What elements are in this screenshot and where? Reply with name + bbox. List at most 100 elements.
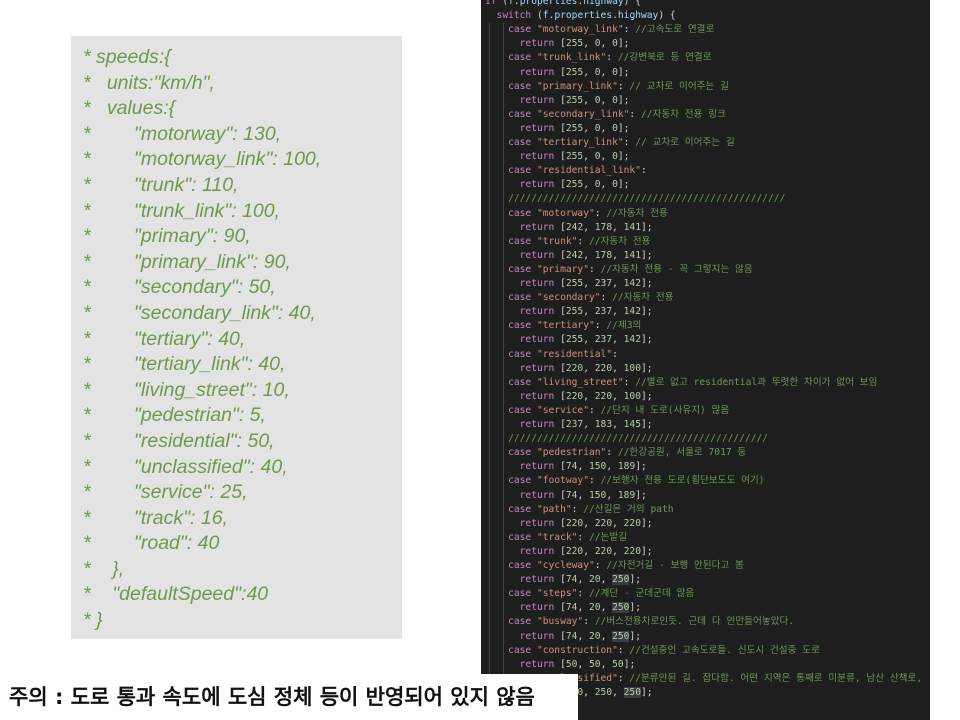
- code-token: 142: [623, 306, 641, 318]
- code-token: (: [496, 0, 509, 7]
- code-line[interactable]: case "path": //산길은 거의 path: [485, 503, 930, 517]
- code-line[interactable]: return [74, 20, 250];: [485, 601, 930, 615]
- code-line[interactable]: return [74, 20, 250];: [485, 573, 930, 587]
- code-token: "construction": [536, 644, 618, 656]
- code-line[interactable]: return [255, 0, 0];: [485, 122, 930, 136]
- code-token: ////////////////////////////////////////…: [485, 193, 786, 205]
- code-token: 142: [623, 334, 641, 346]
- code-line[interactable]: ////////////////////////////////////////…: [485, 192, 930, 206]
- code-token: ,: [612, 362, 624, 374]
- code-token: ,: [577, 630, 589, 642]
- code-line[interactable]: return [220, 220, 100];: [485, 390, 930, 404]
- code-line[interactable]: case "track": //논밭길: [485, 531, 930, 545]
- code-line[interactable]: return [74, 150, 189];: [485, 460, 930, 474]
- code-token: ];: [640, 419, 653, 430]
- code-token: ) {: [658, 10, 676, 22]
- code-line[interactable]: return [242, 178, 141];: [485, 221, 930, 235]
- speed-config-line: * "motorway": 130,: [83, 122, 282, 145]
- code-token: return: [485, 278, 555, 289]
- code-token: ];: [629, 602, 642, 614]
- code-token: [: [554, 179, 566, 191]
- code-token: return: [485, 489, 555, 501]
- code-line[interactable]: switch (f.properties.highway) {: [485, 9, 930, 23]
- code-token: :: [600, 292, 613, 304]
- code-line[interactable]: return [255, 0, 0];: [485, 94, 930, 108]
- code-line[interactable]: return [255, 0, 0];: [485, 150, 930, 164]
- code-line[interactable]: case "trunk_link": //강변북로 등 연결로: [485, 51, 930, 65]
- code-line[interactable]: case "steps": //계단 - 군데군데 많음: [485, 587, 930, 601]
- code-line[interactable]: return [255, 237, 142];: [485, 305, 930, 319]
- code-token: 220: [565, 545, 584, 557]
- code-line[interactable]: case "secondary_link": //자동차 전용 링크: [485, 108, 930, 122]
- code-line[interactable]: case "service": //단지 내 도로(사유지) 많음: [485, 404, 930, 418]
- code-line[interactable]: return [220, 220, 220];: [485, 545, 930, 559]
- code-token: return: [485, 151, 555, 163]
- code-token: 20: [589, 630, 601, 642]
- code-line[interactable]: ////////////////////////////////////////…: [485, 432, 930, 446]
- code-line[interactable]: case "motorway_link": //고속도로 연결로: [485, 23, 930, 37]
- code-token: // 교차로 이어주는 길: [635, 137, 735, 148]
- code-token: ,: [612, 390, 624, 402]
- code-token: ,: [583, 221, 595, 233]
- code-token: "steps": [536, 588, 578, 600]
- code-line[interactable]: return [220, 220, 100];: [485, 362, 930, 376]
- code-line[interactable]: case "primary_link": // 교차로 이어주는 길: [485, 80, 930, 94]
- code-token: "busway": [536, 616, 584, 628]
- code-line[interactable]: case "construction": //건설중인 고속도로들. 신도시 건…: [485, 644, 930, 658]
- code-token: return: [485, 390, 555, 402]
- code-token: 178: [594, 221, 613, 233]
- code-line[interactable]: if (f.properties.highway) {: [485, 0, 930, 9]
- code-line[interactable]: return [74, 150, 189];: [485, 489, 930, 503]
- code-token: :: [594, 320, 607, 332]
- code-token: "tertiary": [536, 320, 595, 332]
- code-line[interactable]: case "tertiary_link": // 교차로 이어주는 길: [485, 136, 930, 150]
- code-line[interactable]: return [242, 178, 141];: [485, 249, 930, 263]
- code-line[interactable]: case "footway": //보행자 전용 도로(횡단보도도 여기): [485, 474, 930, 488]
- code-line[interactable]: case "secondary": //자동차 전용: [485, 291, 930, 305]
- code-line[interactable]: case "primary": //자동차 전용 - 꼭 그렇지는 않음: [485, 263, 930, 277]
- code-token: 220: [594, 362, 613, 374]
- code-token: return: [485, 517, 555, 529]
- code-token: ,: [577, 574, 589, 586]
- code-line[interactable]: return [255, 0, 0];: [485, 37, 930, 51]
- code-token: [: [554, 38, 566, 50]
- code-line[interactable]: return [50, 50, 50];: [485, 658, 930, 672]
- code-token: //자전거길 - 보행 안된다고 봄: [606, 560, 744, 571]
- code-line[interactable]: case "motorway": //자동차 전용: [485, 207, 930, 221]
- code-token: ,: [583, 278, 595, 289]
- code-line[interactable]: case "pedestrian": //한강공원, 서울로 7017 등: [485, 446, 930, 460]
- code-token: 178: [594, 249, 613, 261]
- code-line[interactable]: return [255, 237, 142];: [485, 277, 930, 291]
- code-line[interactable]: case "residential":: [485, 348, 930, 362]
- code-line[interactable]: case "busway": //버스전용차로인듯. 근데 다 안만들어놓았다.: [485, 615, 930, 629]
- code-line[interactable]: case "trunk": //자동차 전용: [485, 235, 930, 249]
- code-token: [: [554, 334, 566, 346]
- code-line[interactable]: case "tertiary": //제3의: [485, 319, 930, 333]
- code-token: "trunk_link": [536, 52, 607, 64]
- code-token: case: [485, 376, 537, 388]
- code-line[interactable]: case "cycleway": //자전거길 - 보행 안된다고 봄: [485, 559, 930, 573]
- code-editor-panel[interactable]: if (f.properties.highway) { switch (f.pr…: [481, 0, 930, 720]
- code-token: [: [554, 658, 566, 670]
- code-token: (: [531, 10, 543, 22]
- code-token: [: [554, 517, 566, 529]
- code-token: "trunk": [536, 235, 578, 247]
- code-line[interactable]: case "living_street": //별로 없고 residentia…: [485, 376, 930, 390]
- code-token: ,: [612, 517, 624, 529]
- code-token: //자동차 전용: [606, 207, 668, 219]
- code-line[interactable]: return [255, 0, 0];: [485, 66, 930, 80]
- code-token: ,: [600, 38, 613, 50]
- code-token: //자동차 전용 링크: [640, 108, 726, 120]
- code-token: ];: [640, 362, 653, 374]
- code-line[interactable]: return [74, 20, 250];: [485, 630, 930, 644]
- speed-config-line: * "tertiary": 40,: [83, 327, 246, 350]
- code-line[interactable]: return [220, 220, 220];: [485, 517, 930, 531]
- code-line[interactable]: case "residential_link":: [485, 164, 930, 178]
- code-line[interactable]: return [255, 0, 0];: [485, 178, 930, 192]
- code-line[interactable]: return [255, 237, 142];: [485, 333, 930, 347]
- code-token: return: [485, 362, 555, 374]
- speed-config-line: * "unclassified": 40,: [83, 455, 288, 478]
- code-token: highway: [617, 10, 659, 22]
- code-line[interactable]: return [237, 183, 145];: [485, 418, 930, 432]
- code-token: ,: [600, 94, 613, 106]
